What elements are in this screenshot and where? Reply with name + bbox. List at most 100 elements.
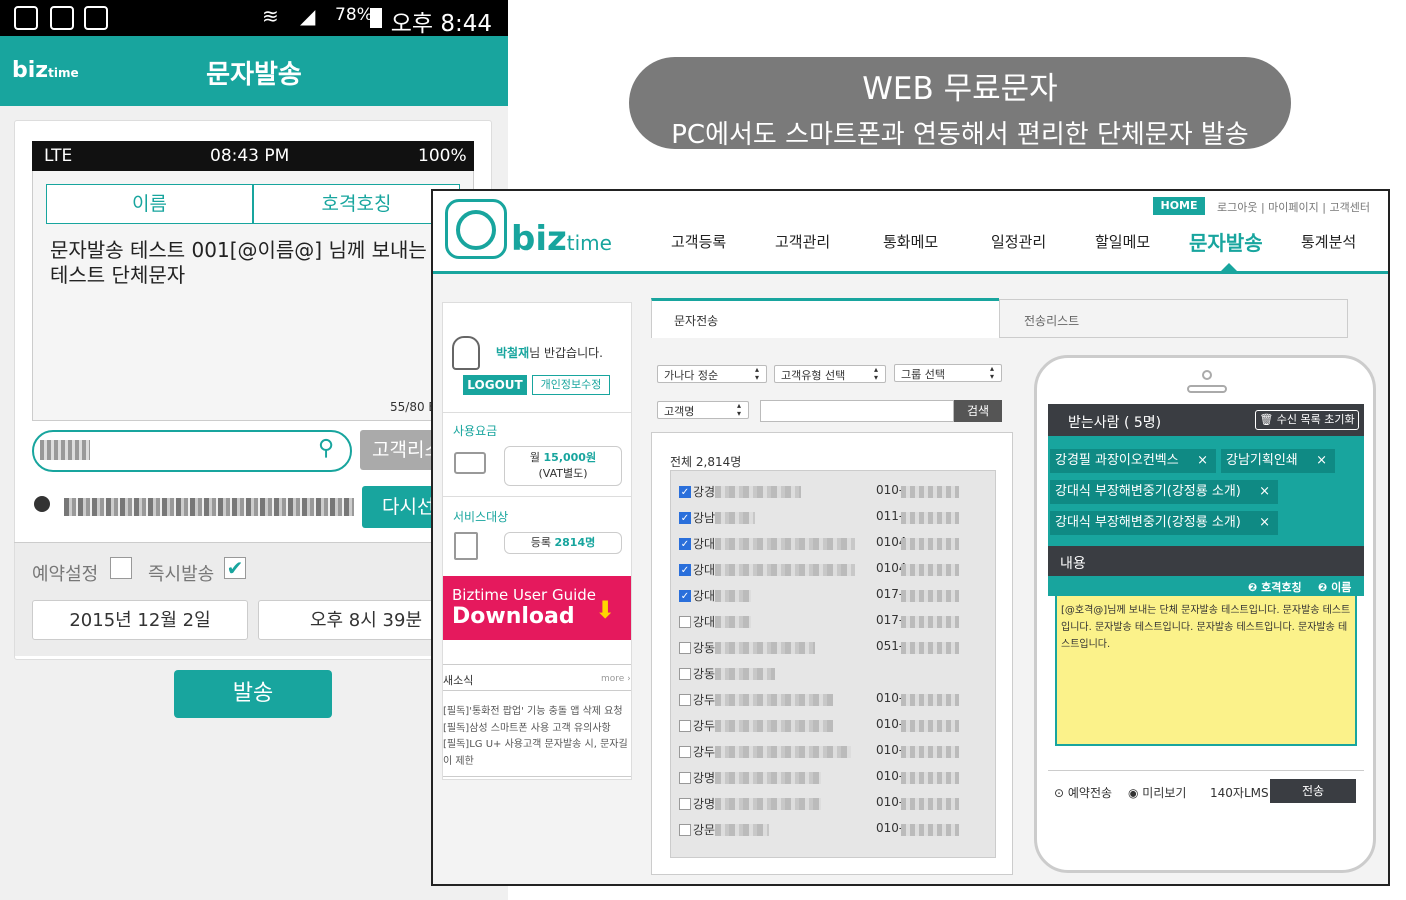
- search-button[interactable]: 검색: [954, 400, 1002, 422]
- immediate-checkbox[interactable]: ✔: [224, 557, 246, 579]
- user-guide-download-banner[interactable]: Biztime User Guide Download ⬇: [443, 576, 631, 640]
- table-row[interactable]: 강명 010-: [671, 764, 995, 790]
- site-logo[interactable]: biztime: [511, 219, 612, 259]
- table-row[interactable]: 강문 010-: [671, 816, 995, 842]
- home-button[interactable]: HOME: [1153, 197, 1205, 215]
- schedule-checkbox[interactable]: [110, 557, 132, 579]
- row-checkbox[interactable]: [679, 720, 691, 732]
- site-logo-icon[interactable]: [445, 199, 507, 259]
- content-bar: 내용: [1048, 546, 1364, 576]
- customer-name: 강대: [693, 589, 716, 603]
- nav-schedule[interactable]: 일정관리: [991, 231, 1046, 252]
- customer-phone: 017-: [876, 613, 904, 627]
- table-row[interactable]: 강두 010-: [671, 712, 995, 738]
- recipient-tag[interactable]: 강남기획인쇄 ×: [1221, 449, 1335, 473]
- insert-name-variable[interactable]: ❷ 이름: [1318, 579, 1351, 595]
- customer-name: 강경: [693, 485, 716, 499]
- customer-phone: 010-: [876, 483, 904, 497]
- recipient-tag[interactable]: 강대식 부장해변중기(강정룡 소개) ×: [1050, 480, 1278, 504]
- customer-name: 강동: [693, 667, 716, 681]
- customer-list[interactable]: ✓ 강경 010- ✓ 강남 011- ✓ 강대 0104 ✓ 강대 0104 ✓ 강대 017- …: [670, 470, 996, 858]
- sms-content-textarea[interactable]: [@호격@]님께 보내는 단체 문자발송 테스트입니다. 문자발송 테스트입니다…: [1055, 596, 1357, 746]
- table-row[interactable]: ✓ 강남 011-: [671, 504, 995, 530]
- close-icon[interactable]: ×: [1259, 511, 1270, 535]
- table-row[interactable]: 강두 010-: [671, 686, 995, 712]
- blurred-name: [715, 590, 751, 602]
- top-links[interactable]: 로그아웃 | 마이페이지 | 고객센터: [1217, 199, 1370, 215]
- table-row[interactable]: ✓ 강경 010-: [671, 478, 995, 504]
- news-more-link[interactable]: more ›: [601, 674, 631, 684]
- insert-title-variable[interactable]: ❷ 호격호칭: [1248, 579, 1302, 595]
- preview-option[interactable]: ◉ 미리보기: [1128, 784, 1186, 801]
- nav-sms[interactable]: 문자발송: [1189, 227, 1263, 256]
- customer-name: 강두: [693, 719, 716, 733]
- row-checkbox[interactable]: ✓: [679, 564, 691, 576]
- row-checkbox[interactable]: [679, 694, 691, 706]
- table-row[interactable]: 강명 010-: [671, 790, 995, 816]
- insert-title-button[interactable]: 호격호칭: [253, 184, 460, 224]
- sort-select[interactable]: 가나다 정순: [657, 365, 767, 383]
- date-field[interactable]: 2015년 12월 2일: [32, 600, 248, 640]
- schedule-label: 예약설정: [32, 564, 99, 585]
- send-button[interactable]: 발송: [174, 670, 332, 718]
- row-checkbox[interactable]: [679, 616, 691, 628]
- app-header: biztime 문자발송: [0, 36, 508, 106]
- page-title: 문자발송: [206, 60, 302, 90]
- customer-phone: 010-: [876, 743, 904, 757]
- row-checkbox[interactable]: [679, 642, 691, 654]
- row-checkbox[interactable]: [679, 772, 691, 784]
- tab-sent-list[interactable]: 전송리스트: [999, 299, 1348, 338]
- customer-phone: 010-: [876, 717, 904, 731]
- nav-todo[interactable]: 할일메모: [1095, 231, 1150, 252]
- reset-recipients-button[interactable]: 🗑 수신 목록 초기화: [1255, 410, 1359, 430]
- nav-customer-manage[interactable]: 고객관리: [775, 231, 830, 252]
- close-icon[interactable]: ×: [1259, 480, 1270, 504]
- schedule-send-option[interactable]: ⊙ 예약전송: [1054, 784, 1112, 801]
- transmit-button[interactable]: 전송: [1270, 779, 1356, 803]
- group-select[interactable]: 그룹 선택: [894, 364, 1002, 382]
- table-row[interactable]: ✓ 강대 017-: [671, 582, 995, 608]
- table-row[interactable]: 강대 017-: [671, 608, 995, 634]
- tab-send-sms[interactable]: 문자전송: [651, 298, 999, 338]
- table-row[interactable]: ✓ 강대 0104: [671, 530, 995, 556]
- row-checkbox[interactable]: ✓: [679, 538, 691, 550]
- customer-phone: 010-: [876, 769, 904, 783]
- logout-button[interactable]: LOGOUT: [463, 375, 527, 395]
- blurred-name: [715, 616, 751, 628]
- nav-stats[interactable]: 통계분석: [1301, 231, 1356, 252]
- row-checkbox[interactable]: ✓: [679, 486, 691, 498]
- row-checkbox[interactable]: ✓: [679, 512, 691, 524]
- table-row[interactable]: 강동 051-: [671, 634, 995, 660]
- news-item[interactable]: [필독]'통화전 팝업' 기능 충돌 앱 삭제 요청: [443, 702, 633, 717]
- customer-name: 강대: [693, 537, 716, 551]
- customer-name: 강동: [693, 641, 716, 655]
- row-checkbox[interactable]: [679, 746, 691, 758]
- nav-call-memo[interactable]: 통화메모: [883, 231, 938, 252]
- keyword-input[interactable]: [760, 400, 954, 422]
- search-icon[interactable]: ⚲: [318, 436, 334, 461]
- fee-pill: 월 15,000원 (VAT별도): [504, 446, 622, 486]
- close-icon[interactable]: ×: [1197, 449, 1208, 473]
- recipient-tag[interactable]: 강경필 과장이오컨벡스 ×: [1050, 449, 1216, 473]
- table-row[interactable]: ✓ 강대 0104: [671, 556, 995, 582]
- customer-type-select[interactable]: 고객유형 선택: [774, 365, 886, 383]
- insert-name-button[interactable]: 이름: [46, 184, 253, 224]
- table-row[interactable]: 강두 010-: [671, 738, 995, 764]
- news-item[interactable]: [필독]LG U+ 사용고객 문자발송 시, 문자길이 제한: [443, 736, 633, 770]
- recipients-count: 받는사람 ( 5명): [1068, 415, 1162, 431]
- nav-customer-register[interactable]: 고객등록: [671, 231, 726, 252]
- row-checkbox[interactable]: [679, 824, 691, 836]
- close-icon[interactable]: ×: [1316, 449, 1327, 473]
- fee-title: 사용요금: [453, 424, 498, 438]
- search-field-select[interactable]: 고객명: [657, 401, 749, 419]
- recipient-tag[interactable]: 강대식 부장해변중기(강정룡 소개) ×: [1050, 511, 1278, 535]
- table-row[interactable]: 강동: [671, 660, 995, 686]
- row-checkbox[interactable]: ✓: [679, 590, 691, 602]
- row-checkbox[interactable]: [679, 668, 691, 680]
- row-checkbox[interactable]: [679, 798, 691, 810]
- message-text[interactable]: 문자발송 테스트 001[@이름@] 님께 보내는 테스트 단체문자: [50, 238, 430, 288]
- news-item[interactable]: [필독]삼성 스마트폰 사용 고객 유의사항: [443, 719, 633, 734]
- blurred-name: [715, 668, 775, 680]
- edit-profile-button[interactable]: 개인정보수정: [532, 375, 610, 395]
- phone-speaker: [1187, 385, 1227, 393]
